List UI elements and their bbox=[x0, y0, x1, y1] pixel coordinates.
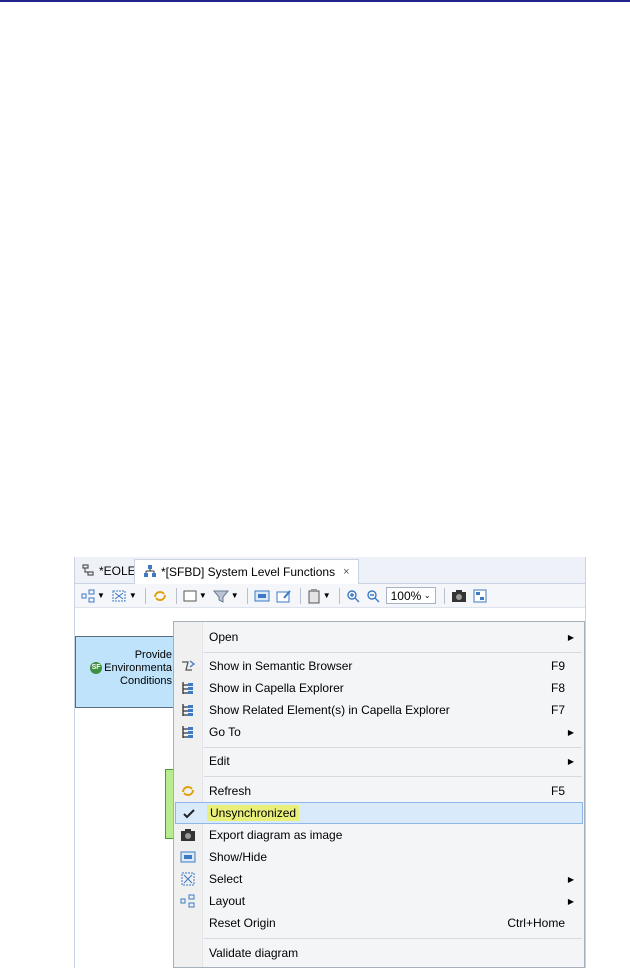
menu-separator bbox=[204, 938, 582, 939]
menu-item-edit[interactable]: Edit ▶ bbox=[175, 750, 583, 772]
select-icon bbox=[180, 871, 196, 887]
explorer-tree-icon bbox=[180, 680, 196, 696]
chevron-down-icon: ▼ bbox=[230, 591, 239, 600]
explorer-tree-icon bbox=[180, 724, 196, 740]
menu-item-show-hide[interactable]: Show/Hide bbox=[175, 846, 583, 868]
menu-item-refresh[interactable]: Refresh F5 bbox=[175, 780, 583, 802]
refresh-button[interactable] bbox=[152, 588, 168, 604]
menu-item-label: Open bbox=[209, 630, 239, 644]
menu-item-validate-diagram[interactable]: Validate diagram bbox=[175, 942, 583, 964]
menu-item-label: Export diagram as image bbox=[209, 828, 343, 842]
menu-item-select[interactable]: Select ▶ bbox=[175, 868, 583, 890]
menu-separator bbox=[204, 776, 582, 777]
toolbar-separator bbox=[299, 587, 301, 604]
menu-item-layout[interactable]: Layout ▶ bbox=[175, 890, 583, 912]
menu-item-label: Validate diagram bbox=[209, 946, 299, 960]
paste-button[interactable]: ▼ bbox=[307, 588, 331, 604]
menu-item-label: Show in Capella Explorer bbox=[209, 681, 344, 695]
show-hide-button[interactable] bbox=[254, 589, 270, 603]
submenu-arrow-icon: ▶ bbox=[567, 874, 574, 884]
menu-item-show-in-capella-explorer[interactable]: Show in Capella Explorer F8 bbox=[175, 677, 583, 699]
select-button[interactable]: ▼ bbox=[111, 589, 137, 603]
tab-sfbd-system-level-functions[interactable]: *[SFBD] System Level Functions × bbox=[134, 559, 359, 584]
menu-item-shortcut: F8 bbox=[550, 681, 565, 695]
menu-item-label: Refresh bbox=[209, 784, 252, 798]
menu-item-show-in-semantic-browser[interactable]: Show in Semantic Browser F9 bbox=[175, 655, 583, 677]
layout-icon bbox=[180, 893, 196, 909]
zoom-out-button[interactable] bbox=[366, 589, 380, 603]
menu-item-shortcut: F9 bbox=[550, 659, 565, 673]
system-function-icon: SF bbox=[90, 662, 103, 675]
menu-item-label: Show/Hide bbox=[209, 850, 268, 864]
container-button[interactable]: ▼ bbox=[183, 589, 207, 603]
menu-item-label: Go To bbox=[209, 725, 241, 739]
semantic-browser-icon bbox=[180, 658, 196, 674]
submenu-arrow-icon: ▶ bbox=[567, 632, 574, 642]
menu-item-reset-origin[interactable]: Reset Origin Ctrl+Home bbox=[175, 912, 583, 934]
tab-eole[interactable]: *EOLE bbox=[81, 559, 136, 583]
zoom-value: 100% bbox=[390, 588, 422, 603]
checkmark-icon bbox=[181, 806, 197, 822]
function-label-line: Provide bbox=[134, 649, 172, 661]
submenu-arrow-icon: ▶ bbox=[567, 727, 574, 737]
outline-button[interactable] bbox=[473, 589, 487, 603]
menu-item-label: Layout bbox=[209, 894, 246, 908]
context-menu: Open ▶ Show in Semantic Browser F9 Show … bbox=[173, 621, 585, 968]
editor-tab-bar: *EOLE *[SFBD] System Level Functions × bbox=[75, 557, 585, 584]
menu-item-shortcut: F5 bbox=[550, 784, 565, 798]
show-hide-icon bbox=[180, 849, 196, 865]
toolbar-separator bbox=[144, 587, 146, 604]
chevron-down-icon: ▼ bbox=[198, 591, 207, 600]
close-icon[interactable]: × bbox=[343, 566, 349, 578]
tab-label: *EOLE bbox=[99, 564, 136, 578]
menu-separator bbox=[204, 652, 582, 653]
function-label-line-2: SF Environmenta bbox=[90, 662, 172, 675]
layout-button[interactable]: ▼ bbox=[81, 589, 105, 603]
menu-item-label: Show Related Element(s) in Capella Explo… bbox=[209, 703, 450, 717]
edit-button[interactable] bbox=[276, 589, 292, 603]
menu-item-show-related-elements[interactable]: Show Related Element(s) in Capella Explo… bbox=[175, 699, 583, 721]
tab-label: *[SFBD] System Level Functions bbox=[161, 565, 336, 579]
refresh-icon bbox=[180, 783, 196, 799]
menu-separator bbox=[204, 747, 582, 748]
menu-item-label: Unsynchronized bbox=[207, 805, 300, 821]
function-label-line-3: Conditions bbox=[120, 675, 172, 687]
menu-item-label: Show in Semantic Browser bbox=[209, 659, 353, 673]
menu-item-label: Reset Origin bbox=[209, 916, 276, 930]
menu-item-export-diagram-as-image[interactable]: Export diagram as image bbox=[175, 824, 583, 846]
toolbar-separator bbox=[175, 587, 177, 604]
camera-icon bbox=[180, 827, 196, 843]
toolbar-separator bbox=[443, 587, 445, 604]
zoom-select[interactable]: 100% ⌄ bbox=[385, 587, 436, 604]
top-border-line bbox=[0, 0, 630, 2]
export-image-button[interactable] bbox=[451, 589, 467, 603]
diagram-icon bbox=[81, 563, 99, 580]
menu-item-shortcut: F7 bbox=[550, 703, 565, 717]
menu-item-go-to[interactable]: Go To ▶ bbox=[175, 721, 583, 743]
explorer-tree-icon bbox=[180, 702, 196, 718]
menu-item-shortcut: Ctrl+Home bbox=[507, 916, 565, 930]
chevron-down-icon: ▼ bbox=[128, 591, 137, 600]
menu-item-unsynchronized[interactable]: Unsynchronized bbox=[175, 802, 583, 824]
submenu-arrow-icon: ▶ bbox=[567, 756, 574, 766]
diagram-toolbar: ▼ ▼ ▼ ▼ ▼ 100% ⌄ bbox=[75, 584, 585, 608]
chevron-down-icon: ▼ bbox=[322, 591, 331, 600]
system-function-box[interactable]: Provide SF Environmenta Conditions bbox=[75, 636, 179, 708]
chevron-down-icon: ⌄ bbox=[423, 591, 431, 600]
chevron-down-icon: ▼ bbox=[97, 591, 105, 600]
zoom-in-button[interactable] bbox=[346, 589, 360, 603]
toolbar-separator bbox=[246, 587, 248, 604]
menu-item-label: Edit bbox=[209, 754, 230, 768]
functional-diagram-icon bbox=[143, 564, 161, 581]
menu-item-label: Select bbox=[209, 872, 243, 886]
toolbar-separator bbox=[338, 587, 340, 604]
filter-button[interactable]: ▼ bbox=[212, 589, 239, 603]
submenu-arrow-icon: ▶ bbox=[567, 896, 574, 906]
menu-item-open[interactable]: Open ▶ bbox=[175, 626, 583, 648]
